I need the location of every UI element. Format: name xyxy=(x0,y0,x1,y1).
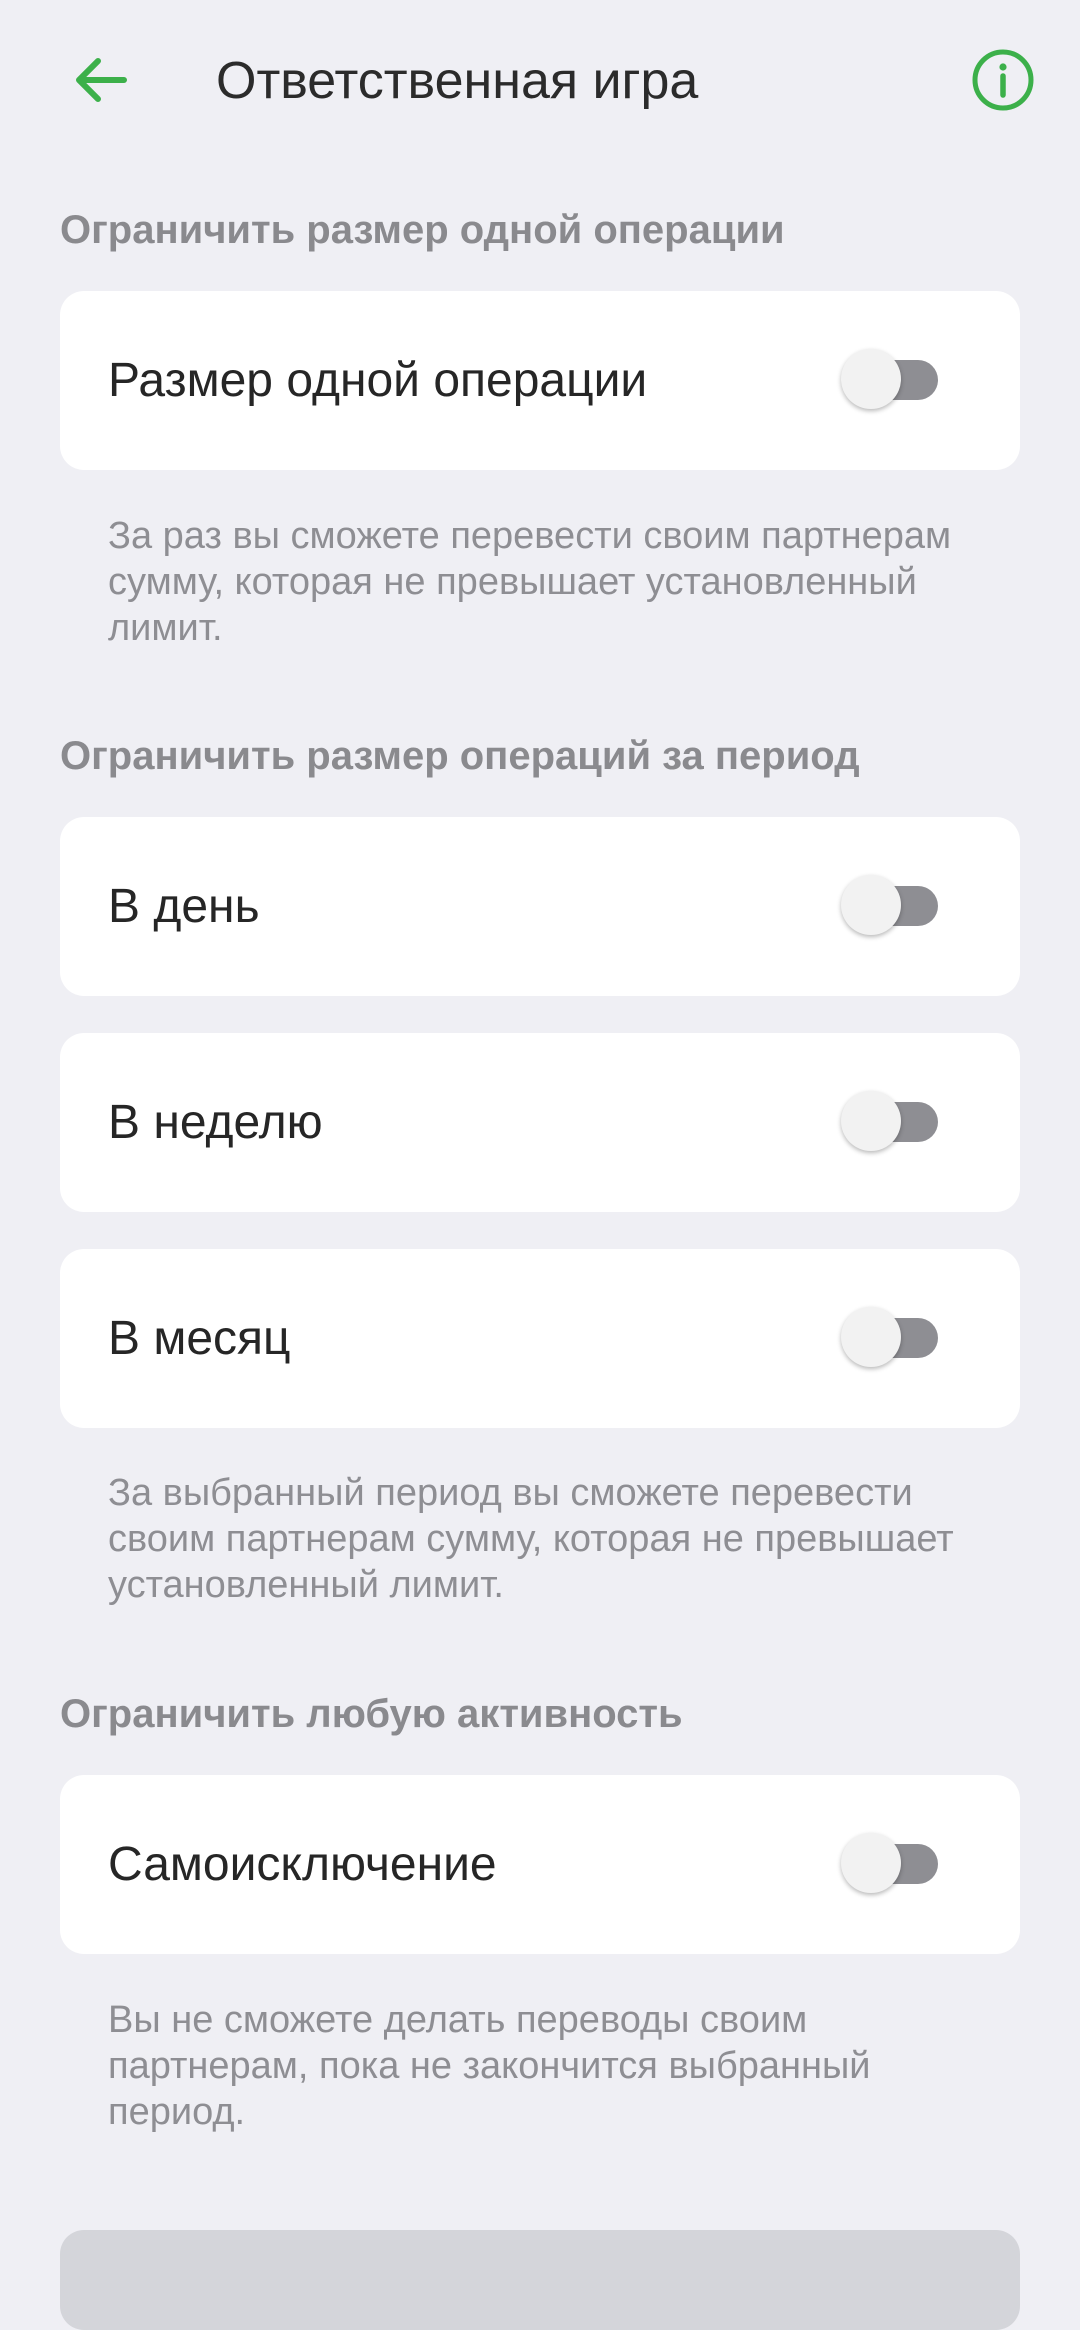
section-hint-single-operation: За раз вы сможете перевести своим партне… xyxy=(108,515,952,649)
toggle-knob xyxy=(841,1307,901,1367)
bottom-action-button[interactable] xyxy=(60,2230,1020,2330)
month-limit-toggle[interactable] xyxy=(841,1307,939,1369)
page-title: Ответственная игра xyxy=(216,52,699,110)
back-button[interactable] xyxy=(60,40,140,120)
setting-label: Размер одной операции xyxy=(108,354,648,407)
week-limit-toggle[interactable] xyxy=(841,1091,939,1153)
setting-card-self-exclusion: Самоисключение xyxy=(60,1775,1020,1954)
setting-card-single-operation: Размер одной операции xyxy=(60,291,1020,470)
info-button[interactable] xyxy=(961,38,1045,122)
setting-label: В день xyxy=(108,880,260,933)
day-limit-toggle[interactable] xyxy=(841,875,939,937)
section-hint-any-activity: Вы не сможете делать переводы своим парт… xyxy=(108,1999,871,2133)
toggle-knob xyxy=(841,349,901,409)
arrow-left-icon xyxy=(76,58,127,102)
app-header: Ответственная игра xyxy=(0,0,1080,162)
section-title-any-activity: Ограничить любую активность xyxy=(60,1692,683,1736)
section-title-period: Ограничить размер операций за период xyxy=(60,734,860,778)
toggle-knob xyxy=(841,1091,901,1151)
single-operation-toggle[interactable] xyxy=(841,349,939,411)
section-hint-period: За выбранный период вы сможете перевести… xyxy=(108,1472,954,1606)
setting-label: Самоисключение xyxy=(108,1838,497,1891)
setting-label: В месяц xyxy=(108,1312,291,1365)
setting-card-week: В неделю xyxy=(60,1033,1020,1212)
section-title-single-operation: Ограничить размер одной операции xyxy=(60,208,785,252)
toggle-knob xyxy=(841,875,901,935)
toggle-knob xyxy=(841,1833,901,1893)
info-circle-icon xyxy=(972,49,1034,111)
setting-card-day: В день xyxy=(60,817,1020,996)
setting-label: В неделю xyxy=(108,1096,323,1149)
setting-card-month: В месяц xyxy=(60,1249,1020,1428)
self-exclusion-toggle[interactable] xyxy=(841,1833,939,1895)
